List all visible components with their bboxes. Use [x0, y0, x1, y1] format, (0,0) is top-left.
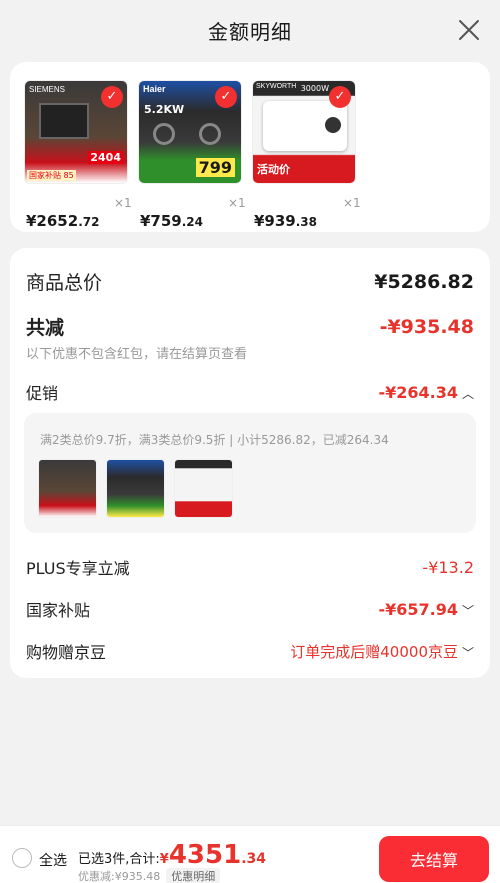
thumb-brand: SKYWORTH: [256, 83, 297, 90]
summary-prefix: 已选3件,合计:: [78, 852, 160, 867]
select-all-radio[interactable]: [12, 848, 32, 868]
promo-label: 促销: [26, 384, 59, 403]
product-qty: ×1: [114, 196, 132, 210]
burner-image: [199, 123, 221, 145]
chevron-down-icon[interactable]: ﹀: [462, 644, 474, 661]
checkmark-icon[interactable]: ✓: [215, 86, 237, 108]
thumb-tag: 国家补贴 85: [27, 170, 76, 181]
price-dec: .72: [78, 215, 100, 229]
beans-row[interactable]: 购物赠京豆 订单完成后赠40000京豆 ﹀: [26, 639, 474, 663]
subsidy-row[interactable]: 国家补贴 -¥657.94 ﹀: [26, 597, 474, 621]
product-item[interactable]: Haier 5.2KW 799 ✓ ¥759.24: [138, 80, 242, 230]
beans-label: 购物赠京豆: [26, 643, 107, 662]
amount-detail: 商品总价 ¥5286.82 共减 -¥935.48 以下优惠不包含红包，请在结算…: [10, 248, 490, 678]
product-thumbnail: SKYWORTH 3000W 活动价 ✓: [252, 80, 356, 184]
discount-value: -¥935.48: [379, 315, 474, 338]
product-price: ¥759.24: [140, 212, 203, 230]
thumb-brand: Haier: [143, 84, 166, 94]
promo-row[interactable]: 促销 -¥264.34 ︿: [26, 380, 474, 404]
page-title: 金额明细: [208, 19, 292, 44]
product-list: SIEMENS 2404 国家补贴 85 ✓ ¥2652.72 ×1 Haier…: [10, 62, 490, 232]
oven-image: [39, 103, 89, 139]
promo-value: -¥264.34: [378, 382, 458, 402]
product-price: ¥2652.72: [26, 212, 99, 230]
product-qty: ×1: [343, 196, 361, 210]
checkout-bar: 全选 已选3件,合计:¥4351.34 优惠减:¥935.48 优惠明细 去结算: [0, 825, 500, 883]
checkmark-icon[interactable]: ✓: [329, 86, 351, 108]
product-price: ¥939.38: [254, 212, 317, 230]
subsidy-value: -¥657.94: [378, 599, 458, 619]
total-summary: 已选3件,合计:¥4351.34: [78, 840, 266, 870]
promo-thumbnail: [38, 459, 97, 518]
checkout-button[interactable]: 去结算: [379, 836, 489, 882]
product-item[interactable]: SIEMENS 2404 国家补贴 85 ✓ ¥2652.72: [24, 80, 128, 230]
total-amount: ¥4351.34: [159, 840, 267, 870]
discount-note: 以下优惠不包含红包，请在结算页查看: [26, 347, 248, 362]
beans-value: 订单完成后赠40000京豆: [290, 642, 458, 661]
product-item[interactable]: SKYWORTH 3000W 活动价 ✓ ¥939.38: [252, 80, 356, 230]
thumb-badge: 5.2KW: [144, 103, 185, 116]
chevron-up-icon[interactable]: ︿: [462, 385, 474, 402]
thumb-tag: 3000W: [300, 84, 329, 93]
price-int: ¥2652: [26, 212, 79, 230]
close-icon[interactable]: [458, 19, 480, 41]
product-thumbnail: SIEMENS 2404 国家补贴 85 ✓: [24, 80, 128, 184]
thumb-badge: 2404: [88, 151, 123, 164]
promo-detail-box: 满2类总价9.7折，满3类总价9.5折 | 小计5286.82，已减264.34: [24, 413, 476, 533]
product-qty: ×1: [228, 196, 246, 210]
plus-value: -¥13.2: [422, 557, 474, 577]
promo-thumbnail: [106, 459, 165, 518]
total-yen: ¥: [159, 852, 169, 867]
discount-label: 共减: [26, 317, 65, 339]
header: 金额明细: [0, 0, 500, 60]
total-int: 4351: [168, 840, 242, 870]
thumb-badge: 活动价: [257, 163, 290, 176]
discount-row: 共减 -¥935.48: [26, 313, 474, 340]
subtotal-label: 商品总价: [26, 272, 103, 294]
thumb-brand: SIEMENS: [29, 85, 66, 94]
price-dec: .24: [181, 215, 204, 229]
plus-row: PLUS专享立减 -¥13.2: [26, 555, 474, 579]
heater-dial: [325, 117, 341, 133]
burner-image: [153, 123, 175, 145]
subsidy-label: 国家补贴: [26, 601, 91, 620]
product-thumbnail: Haier 5.2KW 799 ✓: [138, 80, 242, 184]
total-dec: .34: [241, 851, 267, 867]
price-int: ¥939: [254, 212, 296, 230]
promo-text: 满2类总价9.7折，满3类总价9.5折 | 小计5286.82，已减264.34: [40, 433, 389, 447]
price-int: ¥759: [140, 212, 182, 230]
chevron-down-icon[interactable]: ﹀: [462, 602, 474, 619]
saved-text: 优惠减:¥935.48: [78, 870, 161, 883]
price-dec: .38: [295, 215, 318, 229]
subtotal-value: ¥5286.82: [374, 270, 474, 293]
promo-thumbnail: [174, 459, 233, 518]
thumb-tag: 799: [195, 158, 235, 177]
subtotal-row: 商品总价 ¥5286.82: [26, 268, 474, 295]
discount-detail-chip[interactable]: 优惠明细: [166, 868, 221, 883]
plus-label: PLUS专享立减: [26, 559, 130, 578]
checkmark-icon[interactable]: ✓: [101, 86, 123, 108]
select-all-label[interactable]: 全选: [39, 850, 67, 870]
saved-summary: 优惠减:¥935.48 优惠明细: [78, 868, 221, 883]
